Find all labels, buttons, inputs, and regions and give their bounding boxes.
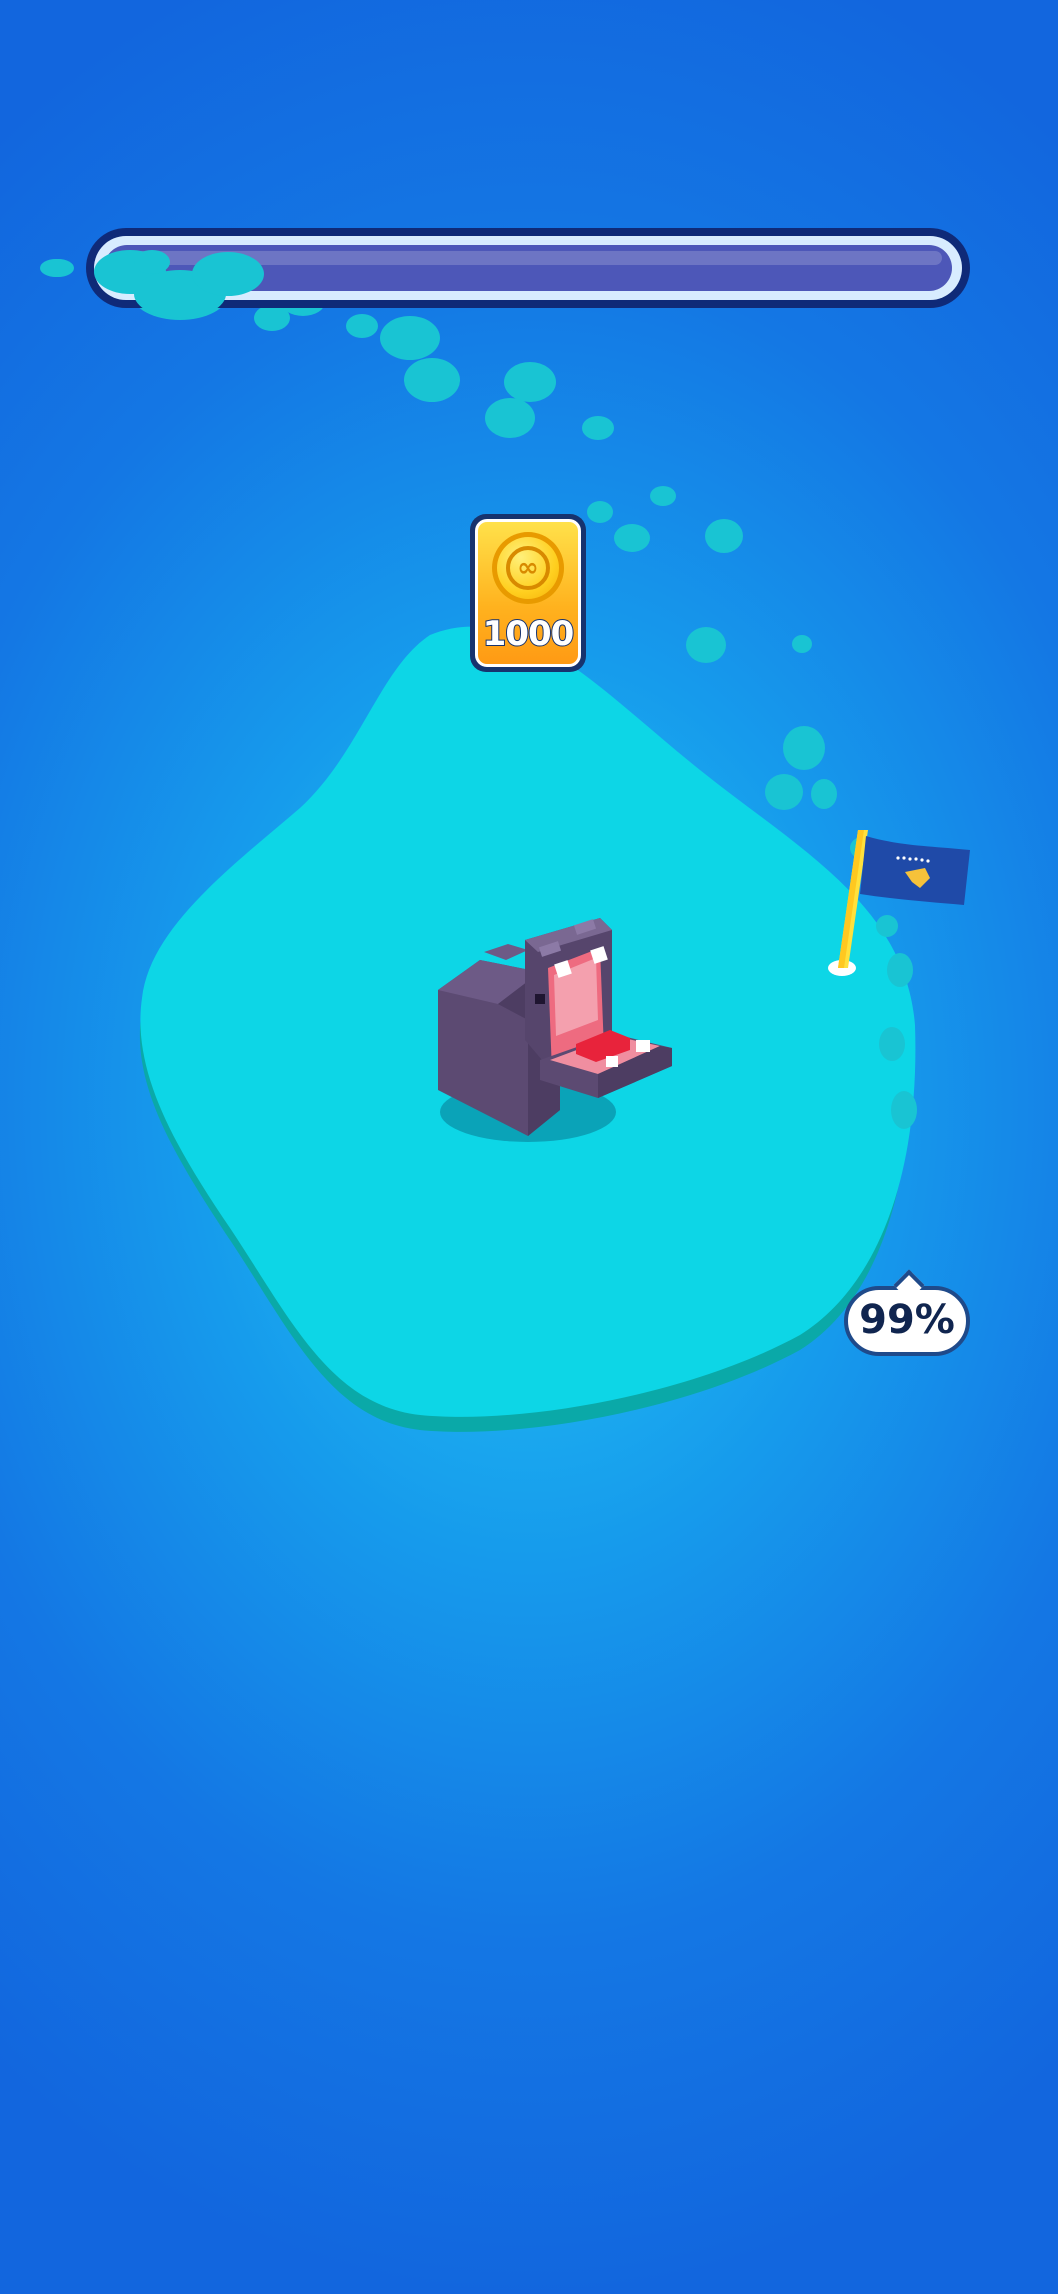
fill-percent-bubble: 99% [844,1269,970,1356]
reward-amount: 1000 [482,613,576,655]
game-scene [42,248,970,1432]
trail-over-bar [40,250,264,318]
coin-symbol: ∞ [506,546,550,590]
coin-icon: ∞ [492,532,564,604]
fill-percent-label: 99% [859,1297,955,1343]
